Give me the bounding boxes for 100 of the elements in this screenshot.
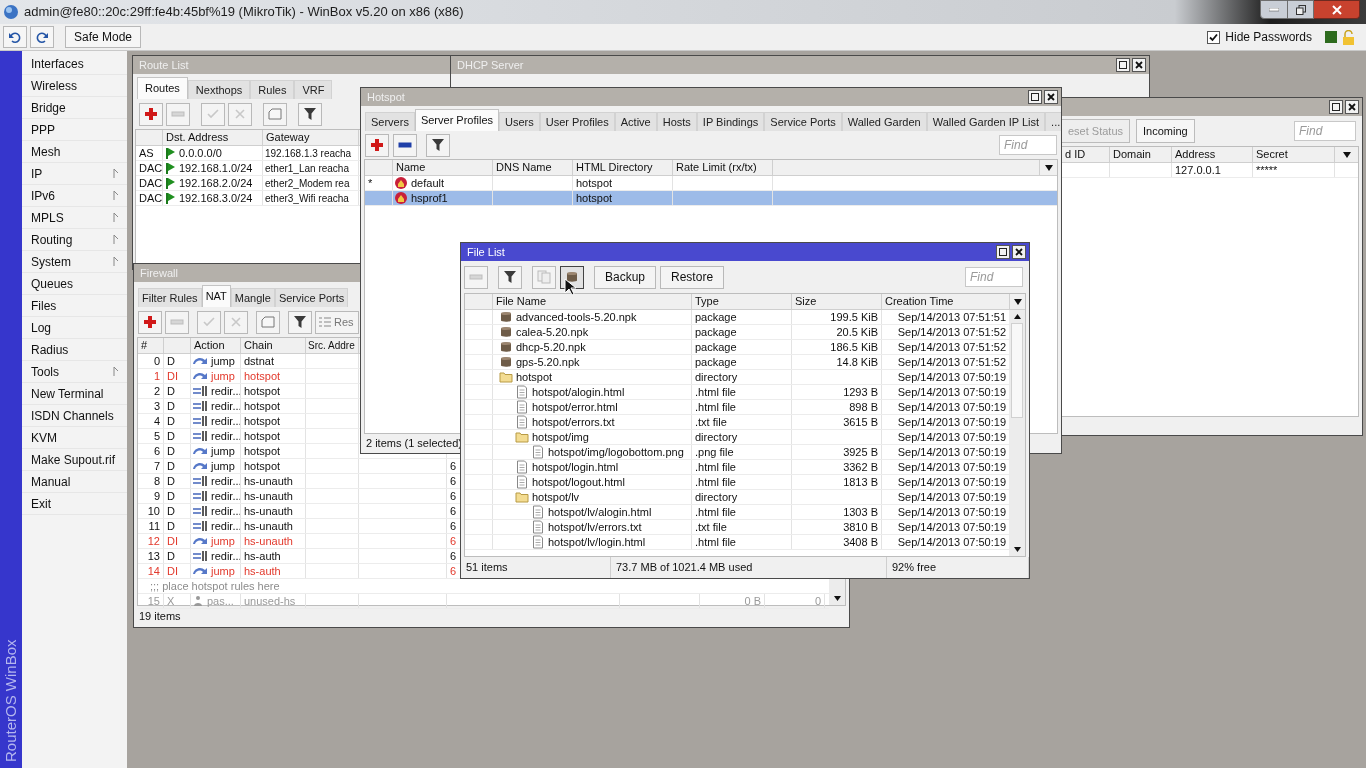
tab[interactable]: Routes (137, 77, 188, 99)
tab[interactable]: Hosts (656, 112, 697, 131)
menu-item[interactable]: ISDN Channels (22, 405, 127, 427)
menu-item[interactable]: Make Supout.rif (22, 449, 127, 471)
column-header[interactable]: HTML Directory (573, 160, 673, 175)
redo-button[interactable] (30, 26, 54, 48)
tab[interactable]: VRF (294, 80, 333, 99)
undo-button[interactable] (3, 26, 27, 48)
menu-item[interactable]: Files (22, 295, 127, 317)
column-header[interactable]: Size (792, 294, 882, 309)
tab[interactable]: Users (499, 112, 540, 131)
table-cell: 3810 B (792, 520, 882, 534)
menu-item[interactable]: Log (22, 317, 127, 339)
menu-item[interactable]: PPP (22, 119, 127, 141)
menu-item[interactable]: Bridge (22, 97, 127, 119)
menu-item[interactable]: Manual (22, 471, 127, 493)
tab[interactable]: NAT (201, 285, 231, 307)
column-header[interactable]: Name (393, 160, 493, 175)
column-header[interactable]: Domain (1110, 147, 1172, 162)
maximize-button[interactable] (996, 245, 1010, 259)
add-button[interactable] (138, 310, 162, 334)
tab[interactable]: Server Profiles (414, 109, 500, 131)
tab[interactable]: Filter Rules (138, 288, 202, 307)
filter-button[interactable] (298, 102, 322, 126)
table-cell: D (164, 399, 191, 413)
column-header[interactable]: DNS Name (493, 160, 573, 175)
filter-button[interactable] (426, 133, 450, 157)
scroll-thumb[interactable] (1011, 323, 1023, 418)
column-header[interactable]: File Name (493, 294, 692, 309)
scrollbar[interactable] (1009, 310, 1025, 556)
column-header[interactable]: # (138, 338, 164, 353)
tab[interactable]: Service Ports (274, 288, 349, 307)
toolbar-button[interactable]: Incoming (1136, 119, 1195, 143)
table-cell: redir... (191, 549, 241, 563)
toolbar-button[interactable]: Backup (594, 265, 657, 289)
column-header[interactable]: Action (191, 338, 241, 353)
maximize-button[interactable] (1116, 58, 1130, 72)
table-row[interactable]: * default hotspot (365, 176, 1057, 191)
column-header[interactable]: Creation Time (882, 294, 1010, 309)
tab[interactable]: Servers (365, 112, 415, 131)
column-header[interactable]: Rate Limit (rx/tx) (673, 160, 773, 175)
window-title: File List (467, 244, 505, 260)
list-icon (318, 315, 332, 329)
menu-item[interactable]: Interfaces (22, 53, 127, 75)
filter-button[interactable] (498, 265, 522, 289)
document-icon (515, 460, 529, 474)
search-field[interactable]: Find (999, 135, 1057, 155)
toolbar-button[interactable]: Restore (660, 265, 725, 289)
menu-item[interactable]: System (22, 251, 127, 273)
add-button[interactable] (365, 133, 389, 157)
menu-item[interactable]: IP (22, 163, 127, 185)
column-header[interactable]: Secret (1253, 147, 1335, 162)
remove-button[interactable] (393, 133, 417, 157)
filter-button[interactable] (288, 310, 312, 334)
maximize-button[interactable] (1028, 90, 1042, 104)
close-button[interactable] (1132, 58, 1146, 72)
column-header[interactable]: Address (1172, 147, 1253, 162)
menu-item[interactable]: New Terminal (22, 383, 127, 405)
column-header[interactable]: Dst. Address (163, 130, 263, 145)
column-header[interactable]: Type (692, 294, 792, 309)
maximize-button[interactable] (1329, 100, 1343, 114)
table-row[interactable]: hsprof1 hotspot (365, 191, 1057, 206)
table-cell: AS (136, 146, 163, 160)
tab[interactable]: ... (1045, 112, 1061, 131)
tab[interactable]: Service Ports (764, 112, 842, 131)
add-button[interactable] (139, 102, 163, 126)
tab[interactable]: Rules (250, 80, 295, 99)
check-icon (206, 107, 220, 121)
tab[interactable]: Mangle (230, 288, 275, 307)
table-cell: hsprof1 (393, 191, 493, 205)
column-header[interactable]: Chain (241, 338, 306, 353)
menu-item[interactable]: MPLS (22, 207, 127, 229)
restore-button[interactable] (1288, 0, 1314, 19)
menu-item[interactable]: KVM (22, 427, 127, 449)
column-header[interactable]: Src. Addre (306, 338, 359, 353)
menu-item[interactable]: Tools (22, 361, 127, 383)
hide-passwords-checkbox[interactable] (1207, 30, 1221, 44)
close-button[interactable] (1044, 90, 1058, 104)
menu-item[interactable]: Mesh (22, 141, 127, 163)
tab[interactable]: User Profiles (539, 112, 615, 131)
tab[interactable]: IP Bindings (696, 112, 765, 131)
menu-item[interactable]: Radius (22, 339, 127, 361)
search-field[interactable]: Find (965, 267, 1023, 287)
close-button[interactable] (1314, 0, 1360, 19)
safe-mode-button[interactable]: Safe Mode (65, 26, 142, 48)
tab[interactable]: Active (614, 112, 657, 131)
menu-item[interactable]: Wireless (22, 75, 127, 97)
close-button[interactable] (1345, 100, 1359, 114)
reset-counters-button[interactable]: Res (315, 310, 359, 334)
menu-item[interactable]: Queues (22, 273, 127, 295)
tab[interactable]: Walled Garden IP List (926, 112, 1046, 131)
tab[interactable]: Walled Garden (841, 112, 927, 131)
menu-item[interactable]: Routing (22, 229, 127, 251)
menu-item[interactable]: IPv6 (22, 185, 127, 207)
table-cell: D (164, 459, 191, 473)
column-header[interactable]: Gateway (263, 130, 359, 145)
search-field[interactable]: Find (1294, 121, 1356, 141)
tab[interactable]: Nexthops (187, 80, 251, 99)
menu-item[interactable]: Exit (22, 493, 127, 515)
close-button[interactable] (1012, 245, 1026, 259)
